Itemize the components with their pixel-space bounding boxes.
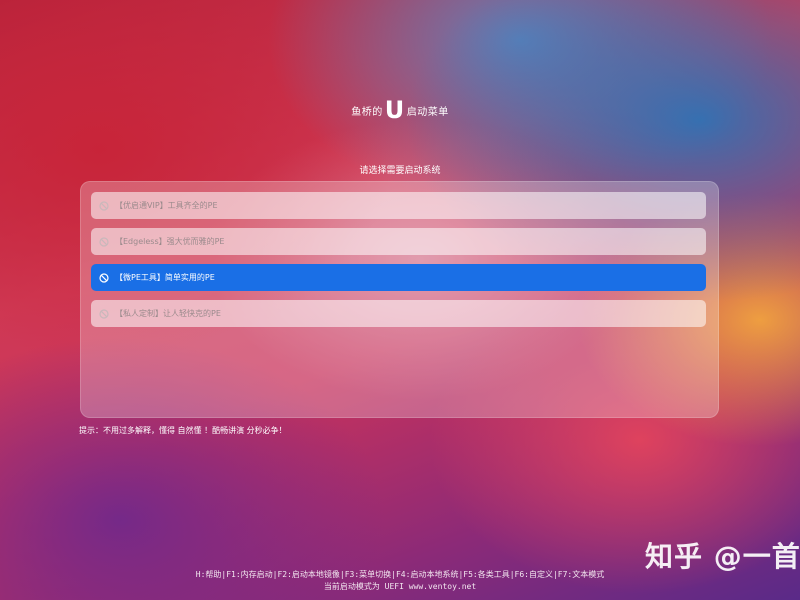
menu-item-label: 【优启通VIP】工具齐全的PE <box>115 201 218 210</box>
boot-menu-panel: 【优启通VIP】工具齐全的PE 【Edgeless】强大优而雅的PE 【微PE工… <box>80 181 719 418</box>
no-entry-icon <box>99 236 109 247</box>
hint-text: 提示：不用过多解释，懂得 自然懂 ！酷畅讲演 分秒必争！ <box>79 426 287 435</box>
no-entry-icon <box>99 200 109 211</box>
select-system-prompt: 请选择需要启动系统 <box>359 166 441 176</box>
menu-item-wepe[interactable]: 【微PE工具】简单实用的PE <box>91 264 706 291</box>
boot-mode-status: 当前启动模式为 UEFI www.ventoy.net <box>323 582 477 591</box>
menu-item-custom[interactable]: 【私人定制】让人轻快克的PE <box>91 300 706 327</box>
menu-item-label: 【微PE工具】简单实用的PE <box>115 273 215 282</box>
menu-item-label: 【Edgeless】强大优而雅的PE <box>115 237 225 246</box>
menu-item-youqitong[interactable]: 【优启通VIP】工具齐全的PE <box>91 192 706 219</box>
zhihu-watermark: 知乎 @一首 <box>645 540 800 573</box>
menu-item-label: 【私人定制】让人轻快克的PE <box>115 309 221 318</box>
no-entry-icon <box>99 272 109 283</box>
title-suffix: 启动菜单 <box>406 107 449 118</box>
title-prefix: 鱼桥的 <box>351 107 383 118</box>
menu-item-edgeless[interactable]: 【Edgeless】强大优而雅的PE <box>91 228 706 255</box>
title-letter: U <box>384 96 405 124</box>
boot-menu-title: 鱼桥的U 启动菜单 <box>0 96 800 124</box>
no-entry-icon <box>99 308 109 319</box>
